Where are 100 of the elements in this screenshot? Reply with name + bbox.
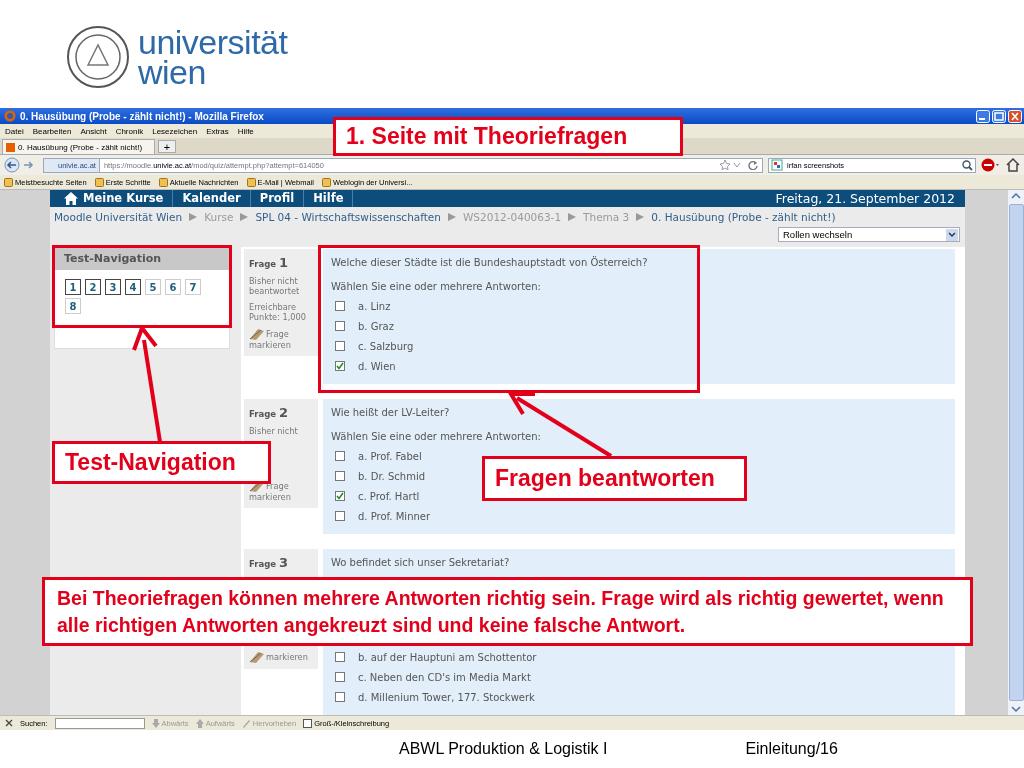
pen-icon bbox=[241, 718, 251, 728]
checkbox[interactable] bbox=[335, 672, 345, 682]
block-title: Test-Navigation bbox=[55, 248, 229, 270]
page-number: Einleitung/16 bbox=[745, 740, 838, 758]
minimize-icon bbox=[976, 109, 990, 123]
separator-icon bbox=[189, 212, 198, 221]
role-dropdown[interactable]: Rollen wechseln bbox=[778, 227, 960, 242]
question-text: Wo befindet sich unser Sekretariat? bbox=[331, 557, 511, 568]
nav-link[interactable]: Meine Kurse bbox=[50, 190, 174, 207]
checkbox[interactable] bbox=[335, 692, 345, 702]
checkbox[interactable] bbox=[335, 321, 345, 331]
checkbox[interactable] bbox=[303, 718, 313, 728]
maximize-icon bbox=[992, 109, 1006, 123]
checkbox[interactable] bbox=[335, 301, 345, 311]
question-button[interactable]: 6 bbox=[165, 279, 181, 295]
instruction-text: Wählen Sie eine oder mehrere Antworten: bbox=[331, 431, 542, 442]
answer-option[interactable]: c. Salzburg bbox=[358, 340, 414, 352]
answer-option[interactable]: d. Millenium Tower, 177. Stockwerk bbox=[358, 691, 535, 703]
checkbox[interactable] bbox=[335, 341, 345, 351]
question-button[interactable]: 5 bbox=[145, 279, 161, 295]
new-tab-button[interactable]: + bbox=[158, 140, 176, 153]
menu-item[interactable]: Hilfe bbox=[237, 126, 254, 136]
question-status: Bisher nicht bbox=[249, 426, 299, 436]
breadcrumb-item[interactable]: SPL 04 - Wirtschaftswissenschaften bbox=[255, 210, 441, 223]
question-button[interactable]: 2 bbox=[85, 279, 101, 295]
home-icon bbox=[1006, 158, 1020, 172]
question-number: Frage 3 bbox=[249, 555, 290, 570]
separator-icon bbox=[568, 212, 577, 221]
nav-link[interactable]: Hilfe bbox=[304, 190, 354, 207]
separator-icon bbox=[448, 212, 456, 221]
callout-label: 1. Seite mit Theoriefragen bbox=[333, 117, 683, 156]
bookmark-icon bbox=[158, 177, 168, 187]
callout-label: Bei Theoriefragen können mehrere Antworten richtig sein. Frage wird als richtig gewertet, wenn alle richtigen Antworten angekreuzt sind und keine falsche Antwort. bbox=[42, 577, 973, 646]
menu-item[interactable]: Chronik bbox=[115, 126, 144, 136]
close-icon bbox=[1008, 109, 1022, 123]
flag-link[interactable]: markieren bbox=[249, 651, 313, 663]
question-text: Welche dieser Städte ist die Bundeshauptstadt von Österreich? bbox=[331, 257, 649, 268]
checkbox[interactable] bbox=[335, 511, 345, 521]
separator-icon bbox=[636, 212, 645, 221]
question-number: Frage 1 bbox=[249, 255, 290, 270]
question-button[interactable]: 7 bbox=[185, 279, 201, 295]
callout-label: Test-Navigation bbox=[52, 441, 271, 484]
answer-option[interactable]: d. Prof. Minner bbox=[358, 510, 431, 522]
callout-label: Fragen beantworten bbox=[482, 456, 747, 501]
checkbox[interactable] bbox=[335, 471, 345, 481]
menu-item[interactable]: Extras bbox=[206, 126, 229, 136]
window-title: 0. Hausübung (Probe - zählt nicht!) - Mozilla Firefox bbox=[20, 110, 265, 122]
answer-option[interactable]: b. auf der Hauptuni am Schottentor bbox=[358, 651, 537, 663]
question-button[interactable]: 1 bbox=[65, 279, 81, 295]
checkbox[interactable] bbox=[335, 451, 345, 461]
answer-option[interactable]: c. Neben den CD's im Media Markt bbox=[358, 671, 531, 683]
stop-sign-icon bbox=[981, 158, 1001, 172]
tab-label: 0. Hausübung (Probe - zählt nicht!) bbox=[18, 142, 143, 152]
question-text: Wie heißt der LV-Leiter? bbox=[331, 407, 451, 418]
question-button[interactable]: 4 bbox=[125, 279, 141, 295]
chevron-down-icon bbox=[946, 228, 958, 241]
answer-option[interactable]: d. Wien bbox=[358, 360, 396, 372]
seal-icon bbox=[66, 25, 130, 89]
flag-icon bbox=[249, 651, 265, 663]
flag-link[interactable]: Frage markieren bbox=[249, 328, 313, 350]
answer-option[interactable]: a. Prof. Fabel bbox=[358, 450, 422, 462]
question-points: Erreichbare Punkte: 1,000 bbox=[249, 302, 307, 322]
menu-item[interactable]: Lesezeichen bbox=[152, 126, 198, 136]
bookmark-icon bbox=[4, 177, 13, 187]
breadcrumb-item[interactable]: Moodle Universität Wien bbox=[54, 210, 183, 223]
menu-item[interactable]: Bearbeiten bbox=[32, 126, 72, 136]
reload-icon bbox=[748, 160, 758, 170]
answer-option[interactable]: b. Dr. Schmid bbox=[358, 470, 425, 482]
menu-item[interactable]: Ansicht bbox=[80, 126, 107, 136]
question-button[interactable]: 3 bbox=[105, 279, 121, 295]
search-engine-icon bbox=[771, 159, 783, 171]
answer-option[interactable]: a. Linz bbox=[358, 300, 391, 312]
globe-icon bbox=[4, 110, 16, 122]
close-icon bbox=[5, 719, 13, 727]
question-button[interactable]: 8 bbox=[65, 298, 81, 314]
answer-option[interactable]: c. Prof. Hartl bbox=[358, 490, 420, 502]
breadcrumb-item[interactable]: 0. Hausübung (Probe - zählt nicht!) bbox=[651, 210, 836, 223]
question-status: Bisher nicht beantwortet bbox=[249, 276, 301, 296]
nav-link[interactable]: Profil bbox=[250, 190, 305, 207]
arrow-down-icon bbox=[1009, 703, 1023, 715]
find-field[interactable] bbox=[54, 717, 145, 729]
checkbox[interactable] bbox=[335, 652, 345, 662]
bookmark-icon bbox=[94, 177, 104, 187]
question-number: Frage 2 bbox=[249, 405, 290, 420]
checkbox[interactable] bbox=[335, 491, 345, 501]
browser-tab[interactable]: 0. Hausübung (Probe - zählt nicht!) bbox=[2, 139, 155, 154]
arrow-up-icon bbox=[195, 718, 204, 728]
separator-icon bbox=[240, 212, 249, 221]
nav-link[interactable]: Kalender bbox=[173, 190, 251, 207]
logo-text: universität bbox=[138, 27, 288, 57]
page-icon bbox=[6, 142, 15, 152]
answer-option[interactable]: b. Graz bbox=[358, 320, 394, 332]
footer-text: ABWL Produktion & Logistik I bbox=[399, 740, 608, 758]
checkbox[interactable] bbox=[335, 361, 345, 371]
home-icon bbox=[64, 191, 78, 205]
date-label: Freitag, 21. September 2012 bbox=[775, 190, 956, 206]
menu-item[interactable]: Datei bbox=[5, 126, 24, 136]
bookmark-icon bbox=[321, 177, 331, 187]
arrow-down-icon bbox=[151, 718, 160, 728]
logo-text: wien bbox=[138, 57, 206, 87]
